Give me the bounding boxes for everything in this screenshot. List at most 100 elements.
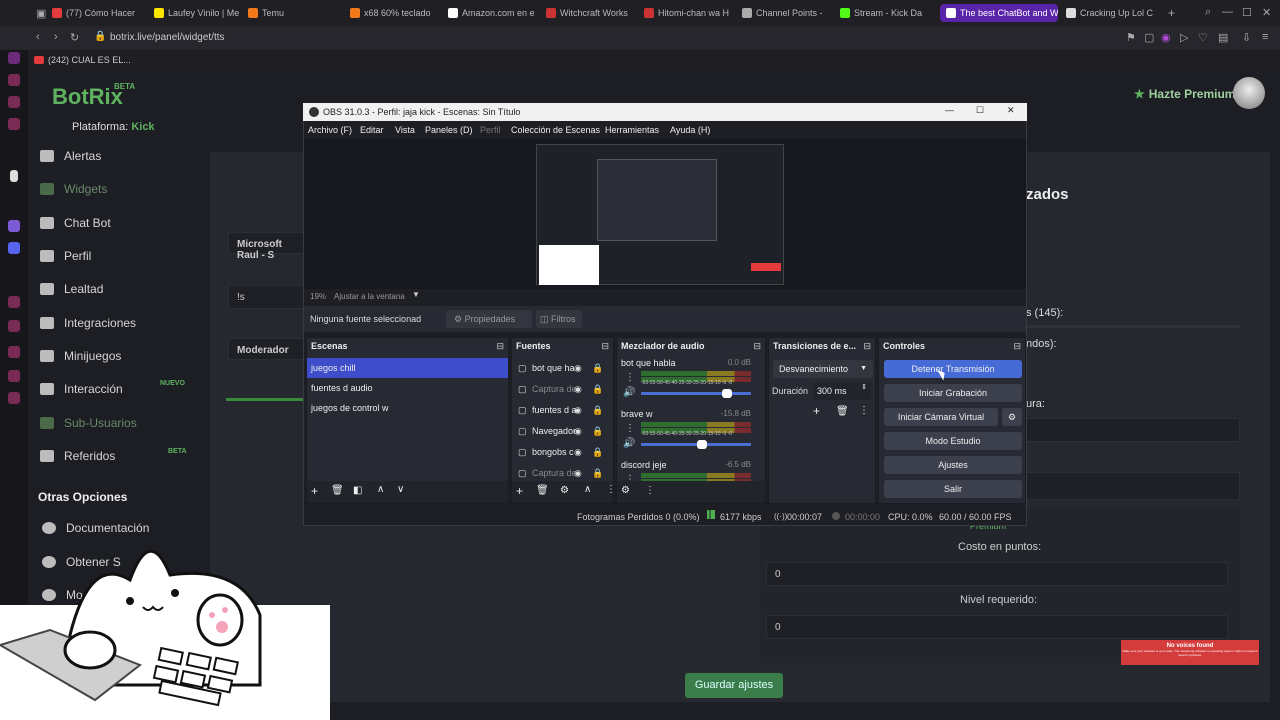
instagram-icon[interactable] — [8, 74, 20, 86]
browser-tab[interactable]: x68 60% teclado — [350, 4, 438, 22]
obs-menu-item[interactable]: Vista — [395, 125, 415, 135]
eye-icon[interactable]: ◉ — [574, 379, 582, 400]
command-input[interactable]: !s — [228, 285, 308, 309]
slider-track[interactable] — [1026, 325, 1240, 328]
obs-menu-item[interactable]: Colección de Escenas — [511, 125, 600, 135]
source-item[interactable]: ▢ bot que ha ◉ 🔒 — [512, 358, 613, 379]
browser-tab[interactable]: Hitomi-chan wa H — [644, 4, 732, 22]
source-item[interactable]: ▢ Navegador ◉ 🔒 — [512, 421, 613, 442]
save-settings-button[interactable]: Guardar ajustes — [685, 673, 783, 698]
text-field-right[interactable] — [1026, 418, 1240, 442]
close-icon[interactable]: ✕ — [1262, 6, 1271, 19]
properties-button[interactable]: ⚙ Propiedades — [446, 310, 532, 328]
eye-icon[interactable]: ◉ — [574, 358, 582, 379]
search-tabs-icon[interactable]: ⌕ — [1205, 6, 1211, 19]
maximize-icon[interactable]: ☐ — [1242, 6, 1252, 19]
source-up-icon[interactable]: ∧ — [584, 484, 591, 495]
reading-icon[interactable] — [8, 346, 20, 358]
sidebar-item-perfil[interactable]: Perfil — [40, 249, 91, 263]
stop-streaming-button[interactable]: Detener Transmisión — [884, 360, 1022, 378]
music-icon[interactable] — [8, 118, 20, 130]
role-select[interactable]: Moderador — [228, 338, 308, 360]
premium-link[interactable]: ★ Hazte Premium — [1134, 87, 1235, 101]
sidebar-item-alertas[interactable]: Alertas — [40, 149, 101, 163]
sidebar-item-widgets[interactable]: Widgets — [40, 182, 107, 196]
eye-icon[interactable]: ◉ — [574, 400, 582, 421]
obs-menu-item[interactable]: Archivo (F) — [308, 125, 352, 135]
messenger-icon[interactable] — [8, 96, 20, 108]
obs-close-icon[interactable]: ✕ — [1007, 105, 1015, 116]
obs-maximize-icon[interactable]: ☐ — [976, 105, 984, 116]
scenes-dock-icon[interactable]: ⊟ — [496, 341, 504, 352]
speaker-icon[interactable]: 🔊 — [623, 387, 635, 398]
obs-menu-item[interactable]: Editar — [360, 125, 384, 135]
browser-tab[interactable]: Laufey Vinilo | Me — [154, 4, 242, 22]
scene-item[interactable]: juegos de control w — [307, 398, 508, 418]
obs-menu-item[interactable]: Herramientas — [605, 125, 659, 135]
browser-tab[interactable]: (77) Cómo Hacer — [52, 4, 140, 22]
discord-icon[interactable] — [8, 242, 20, 254]
transitions-dock-icon[interactable]: ⊟ — [863, 341, 871, 352]
controls-dock-icon[interactable]: ⊟ — [1013, 341, 1021, 352]
source-item[interactable]: ▢ Captura de ◉ 🔒 — [512, 379, 613, 400]
bookmark-icon[interactable]: ⚑ — [1126, 31, 1136, 44]
other-option-item[interactable]: Documentación — [42, 521, 149, 535]
sidebar-item-integraciones[interactable]: Integraciones — [40, 316, 136, 330]
browser-tab[interactable]: Channel Points - — [742, 4, 830, 22]
avatar[interactable] — [1233, 77, 1265, 109]
volume-slider[interactable] — [641, 392, 751, 395]
duration-input[interactable]: 300 ms ⇕ — [813, 382, 871, 400]
sidebar-item-interaccion[interactable]: Interacción — [40, 382, 123, 396]
mixer-menu-icon[interactable]: ⋮ — [645, 485, 655, 496]
reload-icon[interactable]: ↻ — [70, 31, 79, 44]
transition-select[interactable]: Desvanecimiento ▼ — [773, 360, 873, 378]
twitch-icon[interactable] — [8, 220, 20, 232]
volume-slider-handle[interactable] — [721, 389, 732, 398]
lock-icon[interactable]: 🔒 — [592, 442, 603, 463]
virtual-camera-settings-icon[interactable]: ⚙ — [1002, 408, 1022, 426]
mixer-dock-icon[interactable]: ⊟ — [753, 341, 761, 352]
sidebar-item-lealtad[interactable]: Lealtad — [40, 282, 103, 296]
sidebar-item-sub-usuarios[interactable]: Sub-Usuarios — [40, 416, 137, 430]
download-icon[interactable]: ⇩ — [1242, 31, 1251, 44]
source-settings-icon[interactable]: ⚙ — [560, 485, 569, 496]
lock-icon[interactable]: 🔒 — [592, 400, 603, 421]
mixer-settings-icon[interactable]: ⚙ — [621, 485, 630, 496]
fit-dropdown-icon[interactable]: ▼ — [412, 290, 420, 299]
sidebar-item-chat-bot[interactable]: Chat Bot — [40, 216, 111, 230]
obs-menu-item[interactable]: Perfil — [480, 125, 501, 135]
eye-icon[interactable]: ◉ — [574, 421, 582, 442]
browser-tab[interactable]: The best ChatBot and W — [940, 4, 1058, 22]
move-down-icon[interactable]: ∨ — [397, 484, 404, 495]
duration-spin-icon[interactable]: ⇕ — [861, 379, 867, 397]
lock-icon[interactable]: 🔒 — [592, 421, 603, 442]
bookmarks-icon[interactable] — [8, 320, 20, 332]
obs-menu-item[interactable]: Paneles (D) — [425, 125, 473, 135]
arrow-icon[interactable] — [10, 170, 18, 182]
level-input[interactable]: 0 — [766, 615, 1228, 639]
speaker-icon[interactable]: 🔊 — [623, 438, 635, 449]
browser-tab[interactable]: Temu — [248, 4, 336, 22]
settings-button[interactable]: Ajustes — [884, 456, 1022, 474]
sidebar-item-referidos[interactable]: Referidos — [40, 449, 115, 463]
scene-filter-icon[interactable]: ◧ — [353, 485, 362, 496]
move-up-icon[interactable]: ∧ — [377, 484, 384, 495]
settings-icon[interactable] — [8, 392, 20, 404]
mixer-menu-icon[interactable]: ⋮ — [625, 372, 635, 383]
scene-item[interactable]: juegos chill — [307, 358, 508, 378]
obs-minimize-icon[interactable]: — — [945, 105, 954, 115]
text-field-right-2[interactable] — [1026, 472, 1240, 500]
remove-scene-icon[interactable]: 🗑 — [331, 485, 344, 496]
filters-button[interactable]: ◫ Filtros — [536, 310, 582, 328]
scene-item[interactable]: fuentes d audio — [307, 378, 508, 398]
sidebar-item-minijuegos[interactable]: Minijuegos — [40, 349, 121, 363]
volume-slider-handle[interactable] — [696, 440, 707, 449]
start-recording-button[interactable]: Iniciar Grabación — [884, 384, 1022, 402]
source-more-icon[interactable]: ⋮ — [606, 484, 616, 495]
voice-select[interactable]: Microsoft Raul - S — [228, 232, 308, 261]
transition-menu-icon[interactable]: ⋮ — [859, 405, 869, 416]
back-icon[interactable]: ‹ — [36, 31, 40, 43]
eye-icon[interactable]: ◉ — [574, 442, 582, 463]
lock-icon[interactable]: 🔒 — [592, 358, 603, 379]
forward-icon[interactable]: › — [54, 31, 58, 43]
